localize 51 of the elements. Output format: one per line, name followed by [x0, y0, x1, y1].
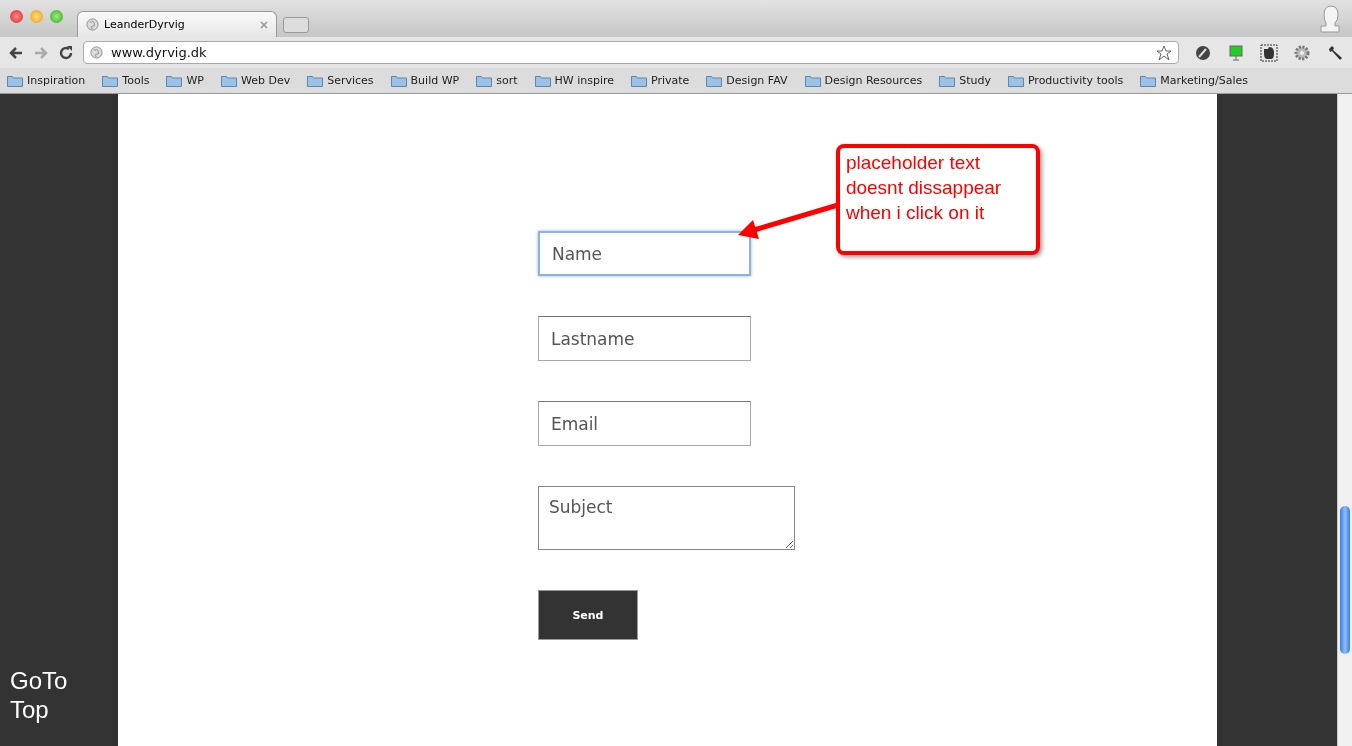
annotation-callout: placeholder text doesnt dissappear when i click on it	[835, 144, 1040, 255]
bookmark-folder[interactable]: Build WP	[390, 74, 460, 87]
reload-icon[interactable]	[58, 44, 74, 61]
person-silhouette-icon	[1320, 4, 1340, 33]
bookmark-folder[interactable]: Web Dev	[220, 74, 291, 87]
bookmark-folder[interactable]: sort	[476, 74, 518, 87]
bookmark-folder[interactable]: Design Resources	[804, 74, 923, 87]
gear-icon[interactable]	[1293, 43, 1311, 62]
globe-icon	[86, 18, 99, 31]
text-field[interactable]: Name	[537, 231, 751, 276]
wrench-icon[interactable]	[1326, 43, 1344, 62]
folder-icon	[220, 74, 237, 87]
new-tab-button[interactable]	[283, 17, 309, 33]
forward-arrow-icon[interactable]	[33, 44, 49, 61]
folder-icon	[804, 74, 821, 87]
send-button[interactable]: Send	[537, 590, 638, 640]
folder-icon	[7, 74, 23, 87]
folder-icon	[166, 74, 183, 87]
bookmark-folder[interactable]: HW inspire	[534, 74, 614, 87]
folder-icon	[939, 74, 956, 87]
bookmark-folder[interactable]: Private	[631, 74, 690, 87]
text-field[interactable]: Email	[537, 401, 751, 446]
bookmark-folder[interactable]: Marketing/Sales	[1140, 74, 1248, 87]
folder-icon	[102, 74, 119, 87]
folder-icon	[390, 74, 407, 87]
bookmark-folder[interactable]: WP	[166, 74, 204, 87]
address-bar[interactable]: www.dyrvig.dk	[83, 41, 1179, 64]
text-field[interactable]: Lastname	[537, 316, 751, 361]
folder-icon	[631, 74, 647, 87]
scrollbar[interactable]	[1337, 94, 1352, 746]
bookmark-folder[interactable]: Study	[939, 74, 991, 87]
bookmark-folder[interactable]: Design FAV	[706, 74, 788, 87]
bookmark-folder[interactable]: Tools	[102, 74, 150, 87]
bookmark-folder[interactable]: Services	[307, 74, 374, 87]
browser-tab[interactable]: LeanderDyrvig	[77, 11, 277, 37]
folder-icon	[534, 74, 551, 87]
star-icon[interactable]	[1156, 44, 1172, 61]
folder-icon	[1140, 74, 1157, 87]
close-tab-icon[interactable]	[260, 20, 268, 29]
monitor-icon[interactable]	[1227, 43, 1245, 62]
back-arrow-icon[interactable]	[8, 44, 24, 61]
globe-icon	[90, 46, 103, 59]
folder-icon	[307, 74, 324, 87]
folder-icon	[706, 74, 723, 87]
folder-icon	[1007, 74, 1024, 87]
bookmark-folder[interactable]: Inspiration	[7, 74, 86, 87]
folder-icon	[476, 74, 493, 87]
bookmark-folder[interactable]: Productivity tools	[1007, 74, 1124, 87]
close-window-button[interactable]	[10, 10, 23, 23]
go-to-top-link[interactable]: GoTo Top	[10, 666, 90, 724]
text-area[interactable]: Subject	[537, 486, 795, 550]
